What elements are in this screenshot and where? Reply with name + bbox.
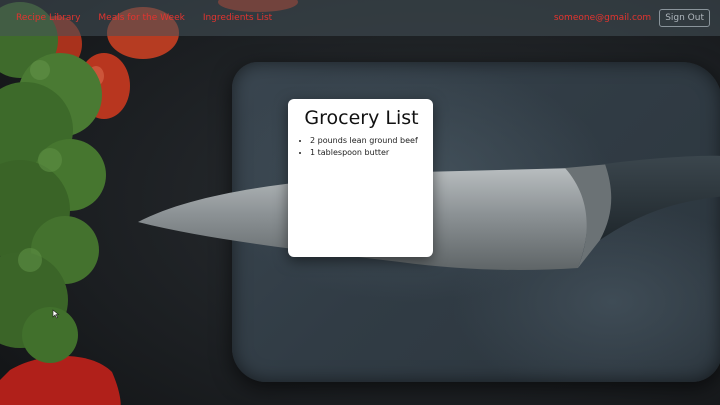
nav-link-meals-for-the-week[interactable]: Meals for the Week — [98, 13, 184, 23]
nav-link-recipe-library[interactable]: Recipe Library — [16, 13, 80, 23]
nav-user-area: someone@gmail.com Sign Out — [554, 9, 720, 27]
sign-out-button[interactable]: Sign Out — [659, 9, 710, 27]
grocery-list-card: Grocery List 2 pounds lean ground beef 1… — [288, 99, 433, 257]
grocery-items-list: 2 pounds lean ground beef 1 tablespoon b… — [296, 135, 427, 159]
top-navbar: Recipe Library Meals for the Week Ingred… — [0, 0, 720, 36]
grocery-item: 2 pounds lean ground beef — [310, 135, 427, 147]
broccoli-illustration — [0, 2, 106, 363]
user-email: someone@gmail.com — [553, 13, 652, 23]
grocery-list-title: Grocery List — [304, 107, 419, 129]
nav-links: Recipe Library Meals for the Week Ingred… — [0, 13, 554, 23]
nav-link-ingredients-list[interactable]: Ingredients List — [203, 13, 272, 23]
mouse-pointer-icon — [52, 309, 60, 319]
grocery-item: 1 tablespoon butter — [310, 147, 427, 159]
